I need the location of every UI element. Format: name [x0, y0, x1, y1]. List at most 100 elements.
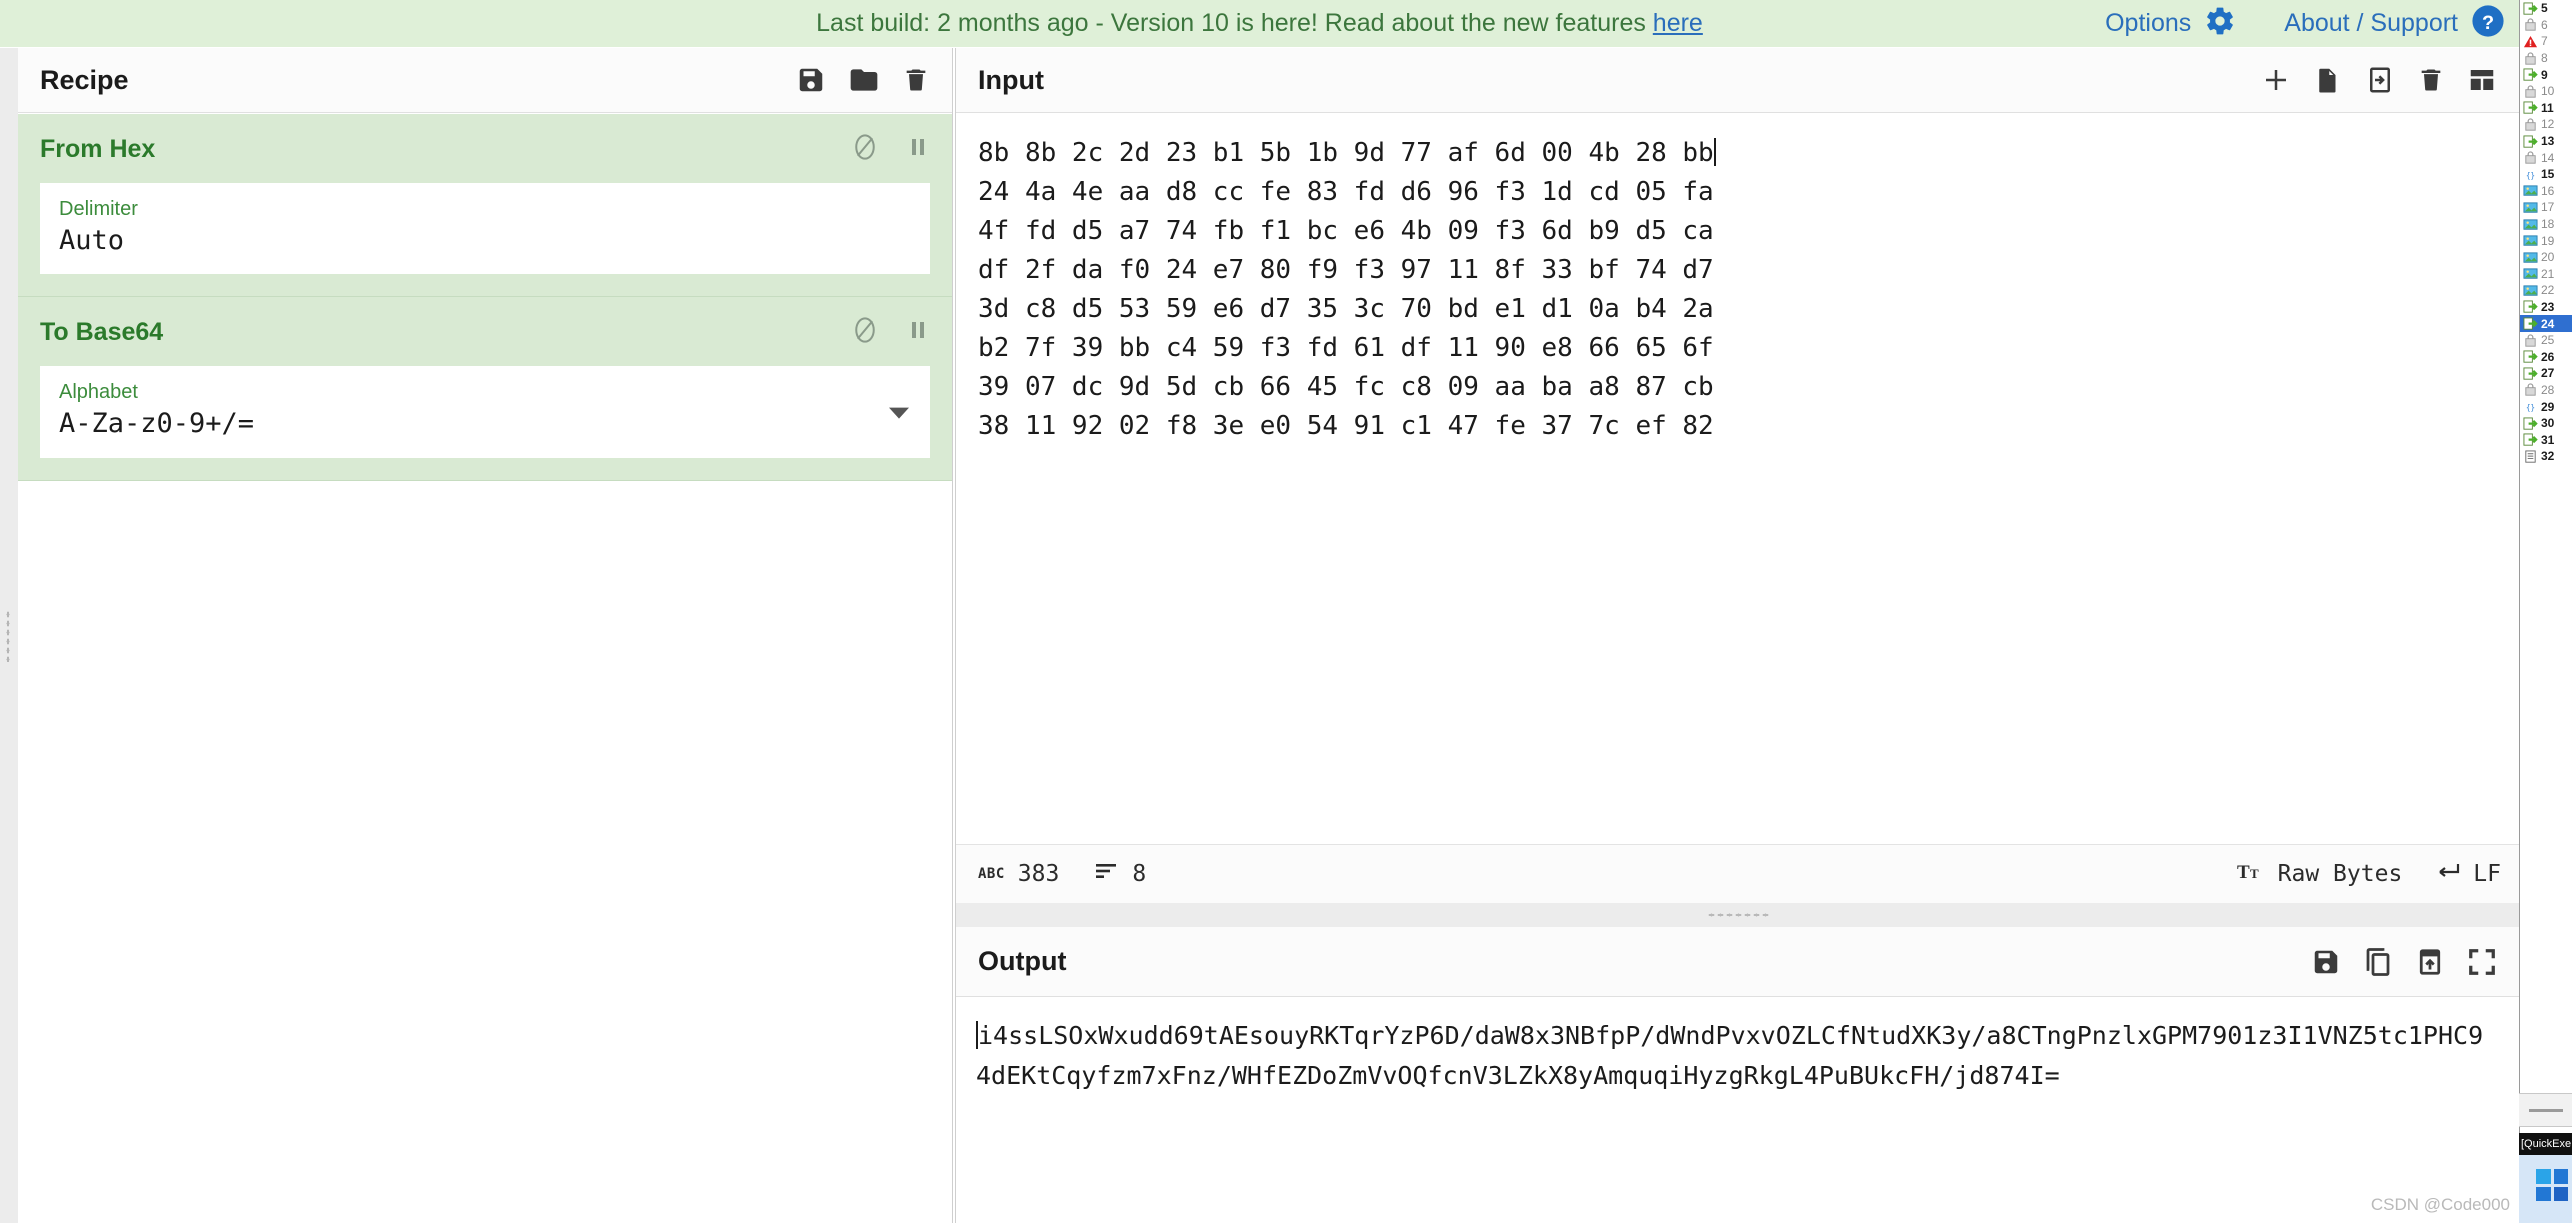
- argument-value[interactable]: A-Za-z0-9+/=: [59, 406, 911, 442]
- lock-icon: [2523, 118, 2538, 131]
- gutter-row[interactable]: 27: [2520, 365, 2572, 382]
- gutter-row[interactable]: 21: [2520, 266, 2572, 283]
- argument-value[interactable]: Auto: [59, 223, 911, 259]
- add-tab-icon[interactable]: [2261, 65, 2291, 95]
- gutter-row[interactable]: 28: [2520, 382, 2572, 399]
- gutter-row[interactable]: 22: [2520, 282, 2572, 299]
- gutter-row[interactable]: 26: [2520, 348, 2572, 365]
- recipe-operation-list[interactable]: From Hex Delimiter Auto: [18, 114, 952, 1223]
- gear-icon[interactable]: [2204, 5, 2236, 42]
- recipe-operation[interactable]: From Hex Delimiter Auto: [18, 114, 952, 297]
- gutter-row[interactable]: 20: [2520, 249, 2572, 266]
- gutter-row[interactable]: 5: [2520, 0, 2572, 17]
- gutter-row-number: 9: [2541, 68, 2548, 82]
- question-circle-icon[interactable]: ?: [2471, 4, 2505, 43]
- input-header: Input: [956, 48, 2519, 113]
- operation-argument[interactable]: Delimiter Auto: [40, 183, 930, 274]
- pause-icon[interactable]: [906, 133, 930, 166]
- gutter-row[interactable]: 18: [2520, 216, 2572, 233]
- gutter-row[interactable]: 9: [2520, 66, 2572, 83]
- taskbar-strip: [2519, 1093, 2572, 1127]
- operation-argument[interactable]: Alphabet A-Za-z0-9+/=: [40, 366, 930, 457]
- folder-icon[interactable]: [848, 64, 880, 96]
- gutter-row-number: 12: [2541, 117, 2554, 131]
- new-features-link[interactable]: here: [1653, 9, 1703, 37]
- gutter-row[interactable]: 23: [2520, 299, 2572, 316]
- gutter-row[interactable]: 6: [2520, 17, 2572, 34]
- input-textarea[interactable]: 8b 8b 2c 2d 23 b1 5b 1b 9d 77 af 6d 00 4…: [956, 114, 2519, 843]
- chevron-down-icon[interactable]: [889, 408, 909, 419]
- maximise-icon[interactable]: [2467, 947, 2497, 977]
- lock-icon: [2523, 151, 2538, 164]
- gutter-row[interactable]: 12: [2520, 116, 2572, 133]
- pause-icon[interactable]: [906, 316, 930, 349]
- about-support-label[interactable]: About / Support: [2284, 9, 2458, 38]
- export-icon: [2523, 2, 2538, 15]
- warning-icon: [2523, 35, 2538, 48]
- io-column: Input: [955, 48, 2519, 1223]
- gutter-row[interactable]: {}15: [2520, 166, 2572, 183]
- disable-icon[interactable]: [850, 132, 880, 167]
- gutter-row[interactable]: 24: [2520, 315, 2572, 332]
- gutter-row[interactable]: 7: [2520, 33, 2572, 50]
- gutter-row[interactable]: 19: [2520, 232, 2572, 249]
- open-file-as-input-icon[interactable]: [2365, 65, 2395, 95]
- gutter-row-number: 22: [2541, 283, 2554, 297]
- gutter-row-number: 16: [2541, 184, 2554, 198]
- save-icon[interactable]: [2311, 947, 2341, 977]
- abc-icon: ABC: [978, 866, 1005, 882]
- input-line: df 2f da f0 24 e7 80 f9 f3 97 11 8f 33 b…: [978, 255, 1714, 285]
- input-status-bar: ABC 383 8 TT Raw Byte: [956, 844, 2519, 903]
- gutter-row[interactable]: 31: [2520, 431, 2572, 448]
- windows-logo-icon[interactable]: [2536, 1169, 2568, 1201]
- save-icon[interactable]: [796, 65, 826, 95]
- tabs-layout-icon[interactable]: [2467, 65, 2497, 95]
- external-gutter-list[interactable]: 567891011121314{}15161718192021222324252…: [2519, 0, 2572, 1223]
- trash-icon[interactable]: [902, 66, 930, 94]
- gutter-row-number: 7: [2541, 34, 2548, 48]
- input-line-ending[interactable]: LF: [2432, 861, 2501, 887]
- gutter-row-number: 10: [2541, 84, 2554, 98]
- image-icon: [2523, 201, 2538, 214]
- input-length-value: 383: [1018, 861, 1060, 887]
- gutter-row[interactable]: 8: [2520, 50, 2572, 67]
- export-icon: [2523, 101, 2538, 114]
- recipe-operation[interactable]: To Base64 Alphabet A-Za-z0-9+/=: [18, 297, 952, 480]
- gutter-row[interactable]: 30: [2520, 415, 2572, 432]
- gutter-row[interactable]: 11: [2520, 100, 2572, 117]
- export-icon: [2523, 317, 2538, 330]
- input-lines[interactable]: 8: [1093, 861, 1146, 887]
- clear-io-icon[interactable]: [2417, 66, 2445, 94]
- input-line: 24 4a 4e aa d8 cc fe 83 fd d6 96 f3 1d c…: [978, 177, 1714, 207]
- lock-icon: [2523, 383, 2538, 396]
- taskbar-item[interactable]: [QuickExe: [2519, 1133, 2572, 1155]
- left-resize-rail[interactable]: [0, 48, 18, 1223]
- replace-input-icon[interactable]: [2415, 947, 2445, 977]
- svg-text:{}: {}: [2526, 403, 2535, 412]
- input-encoding[interactable]: TT Raw Bytes: [2237, 860, 2403, 888]
- image-icon: [2523, 284, 2538, 297]
- image-icon: [2523, 251, 2538, 264]
- gutter-row[interactable]: 14: [2520, 149, 2572, 166]
- gutter-row-number: 8: [2541, 51, 2548, 65]
- gutter-row[interactable]: 16: [2520, 183, 2572, 200]
- operation-actions: [850, 132, 930, 167]
- copy-icon[interactable]: [2363, 947, 2393, 977]
- gutter-row[interactable]: 10: [2520, 83, 2572, 100]
- input-length[interactable]: ABC 383: [978, 861, 1059, 887]
- gutter-row[interactable]: 13: [2520, 133, 2572, 150]
- options-label[interactable]: Options: [2105, 9, 2191, 38]
- io-splitter[interactable]: [955, 903, 2519, 927]
- svg-text:T: T: [2250, 866, 2259, 881]
- gutter-row[interactable]: {}29: [2520, 398, 2572, 415]
- disable-icon[interactable]: [850, 315, 880, 350]
- gutter-row[interactable]: 25: [2520, 332, 2572, 349]
- input-pane: Input: [955, 48, 2519, 903]
- open-folder-icon[interactable]: [2313, 65, 2343, 95]
- return-arrow-icon: [2432, 861, 2460, 887]
- gutter-row[interactable]: 32: [2520, 448, 2572, 465]
- gutter-row[interactable]: 17: [2520, 199, 2572, 216]
- image-icon: [2523, 218, 2538, 231]
- gutter-row-number: 17: [2541, 200, 2554, 214]
- output-textarea[interactable]: i4ssLSOxWxudd69tAEsouyRKTqrYzP6D/daW8x3N…: [956, 998, 2519, 1223]
